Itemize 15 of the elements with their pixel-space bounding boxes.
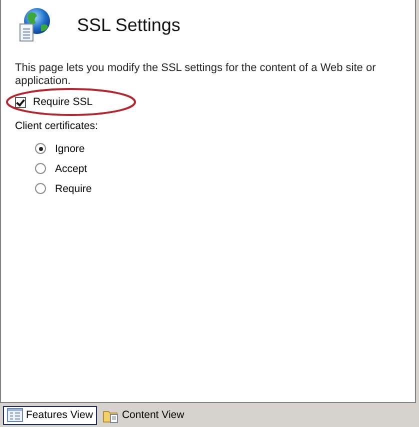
description-text: This page lets you modify the SSL settings for the content of a Web site or application. (15, 62, 377, 88)
radio-button[interactable] (35, 163, 46, 174)
view-tab[interactable]: Content View (98, 406, 188, 424)
radio-button[interactable] (35, 183, 46, 194)
radio-label[interactable]: Accept (55, 162, 88, 174)
radio-label[interactable]: Ignore (55, 142, 85, 154)
require-ssl-label[interactable]: Require SSL (33, 96, 93, 108)
list-icon (7, 408, 23, 422)
client-certificates-label: Client certificates: (15, 120, 99, 132)
page-title: SSL Settings (77, 14, 180, 36)
view-tab[interactable]: Features View (3, 406, 97, 424)
radio-label[interactable]: Require (55, 182, 92, 194)
globe-page-icon (17, 7, 51, 43)
radio-button[interactable] (35, 143, 46, 154)
require-ssl-checkbox[interactable] (15, 96, 26, 108)
